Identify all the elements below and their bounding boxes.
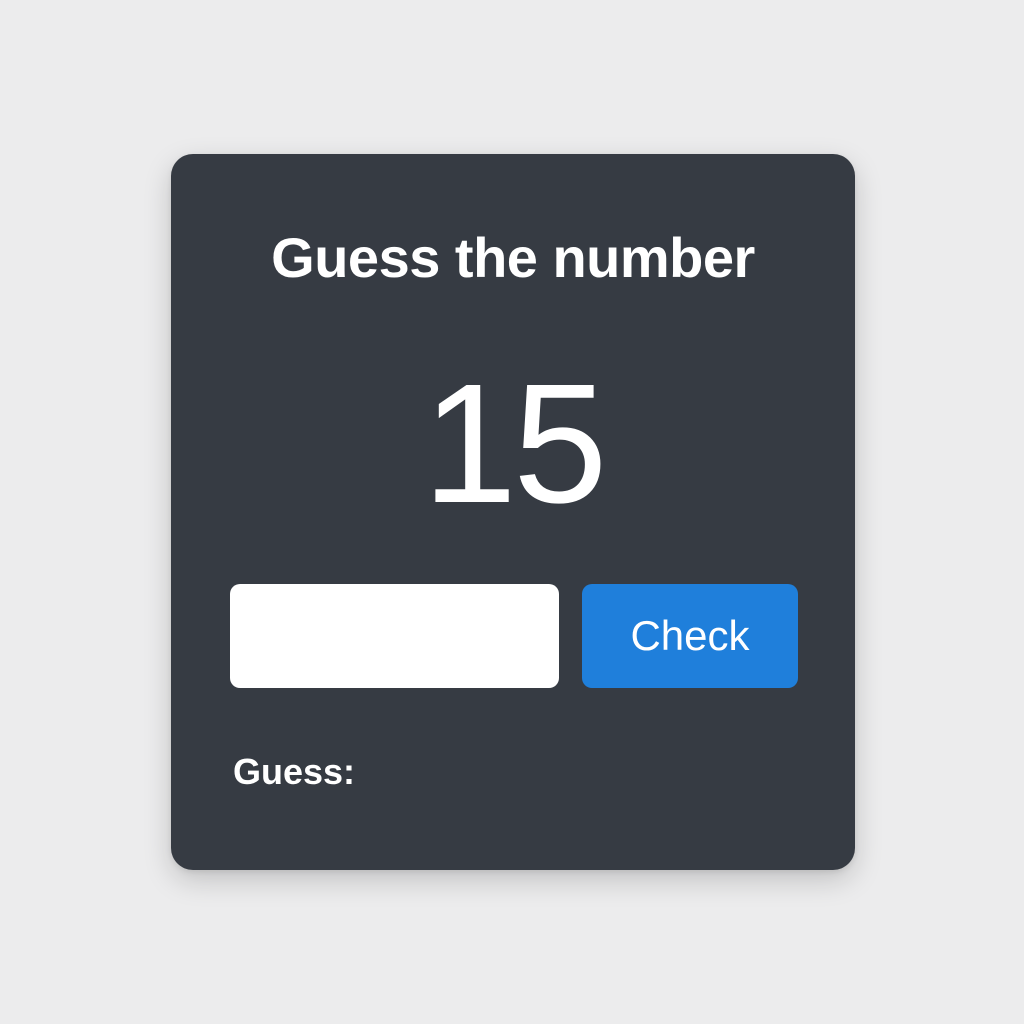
guess-input[interactable] [230, 584, 559, 688]
number-display: 15 [422, 349, 607, 539]
game-card: Guess the number 15 Check Guess: [171, 154, 855, 870]
guess-row: Guess: [233, 750, 365, 794]
check-button[interactable]: Check [582, 584, 798, 688]
guess-label: Guess: [233, 751, 356, 792]
game-title: Guess the number [271, 226, 755, 289]
